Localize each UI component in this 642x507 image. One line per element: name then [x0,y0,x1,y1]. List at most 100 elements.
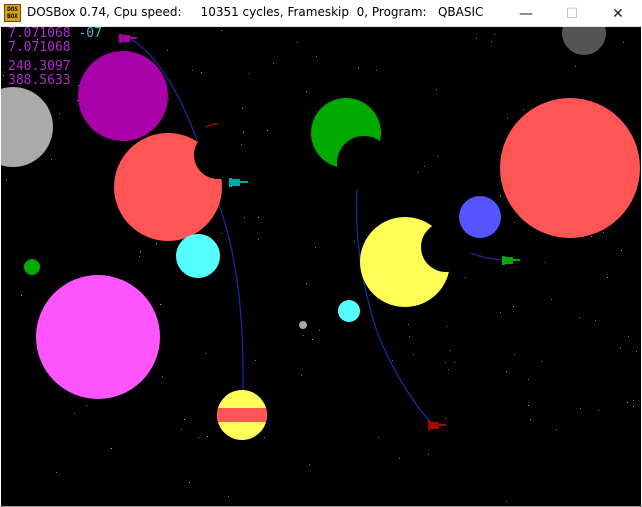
star [627,402,628,403]
star [413,354,414,355]
dosbox-app-icon[interactable]: DOS BOX [4,4,21,22]
star [264,437,265,438]
star [437,156,438,157]
star [377,298,378,299]
star [445,362,446,363]
star [523,109,524,110]
star [528,405,529,406]
dark-gray-planet [562,27,606,55]
star [446,326,447,327]
star [309,464,310,465]
star [633,400,634,401]
maximize-button[interactable]: ☐ [549,0,595,27]
icon-text-bottom: BOX [7,13,18,20]
game-scene [1,27,640,502]
star [399,458,400,459]
star [273,63,274,64]
star [528,379,529,380]
star [244,217,245,218]
star [506,371,507,372]
star [181,429,182,430]
magenta-planet [36,275,160,399]
star [258,217,259,218]
star [598,410,599,411]
tiny-gray-moon [299,321,307,329]
star [77,100,78,101]
star [506,501,507,502]
salmon-planet-right [500,98,640,238]
star [513,306,514,307]
star [319,330,320,331]
star [192,70,193,71]
star [201,72,202,73]
star [436,89,437,90]
star [242,108,243,109]
star [160,304,161,305]
close-button[interactable]: ✕ [595,0,641,27]
star [189,482,190,483]
star [580,408,581,409]
close-icon: ✕ [612,5,624,22]
star [621,250,622,251]
star [595,320,596,321]
star [514,222,515,223]
star [297,42,298,43]
purple-planet [78,51,168,141]
star [556,429,557,430]
star [620,348,621,349]
star [500,195,501,196]
readout-line-3: 240.3097 [8,59,71,74]
star [255,360,256,361]
star [591,236,592,237]
striped-yellow-planet [217,390,267,440]
star [354,241,355,242]
star [607,277,608,278]
star [86,405,87,406]
star [378,437,379,438]
star [428,454,429,455]
icon-text-top: DOS [7,6,18,13]
star [111,448,112,449]
star [424,166,425,167]
star [494,34,495,35]
star [306,283,307,284]
window-titlebar: DOS BOX DOSBox 0.74, Cpu speed: 10351 cy… [0,0,642,27]
star [221,30,222,31]
game-canvas[interactable]: 7.071068 -07 7.071068 240.3097 388.5633 [1,27,641,506]
star [167,50,168,51]
star [445,418,446,419]
star [514,354,515,355]
window-title: DOSBox 0.74, Cpu speed: 10351 cycles, Fr… [27,5,484,19]
impact-crater [337,136,391,190]
star [3,75,4,76]
star [418,172,419,173]
star [465,277,466,278]
star [551,299,552,300]
cyan-ship[interactable] [229,178,248,187]
impact-crater [194,131,242,179]
minimize-button[interactable]: — [503,0,549,27]
star [303,335,304,336]
red-ship[interactable] [428,421,446,430]
star [530,419,531,420]
star [408,324,409,325]
green-ship[interactable] [502,256,520,265]
star [59,113,60,114]
star [249,73,250,74]
star [140,251,141,252]
star [74,413,75,414]
star [78,85,79,86]
star [51,159,52,160]
star [541,361,542,362]
trajectory-green-ship [470,252,508,261]
readout-line-1: 7.071068 -07 [8,27,102,41]
star [358,67,359,68]
star [228,496,229,497]
star [221,233,222,234]
star [168,99,169,100]
blue-planet [459,196,501,238]
star [623,42,624,43]
star [603,232,604,233]
cyan-planet [176,234,220,278]
star [579,317,580,318]
